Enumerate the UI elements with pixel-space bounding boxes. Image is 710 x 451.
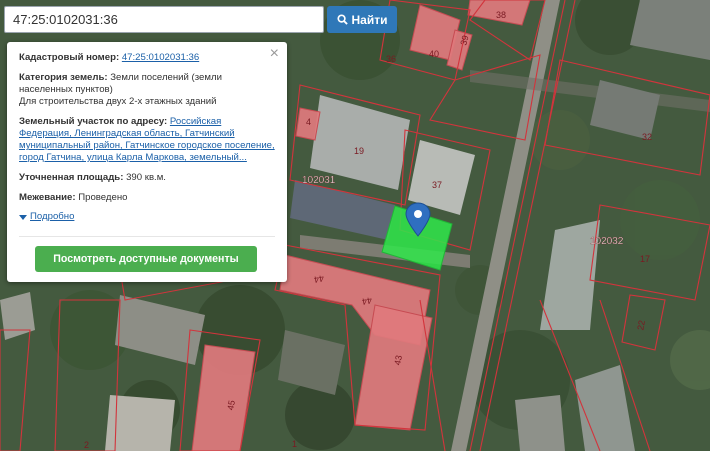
land-purpose-value: Для строительства двух 2-х этажных здани… [19, 96, 217, 107]
cadastral-number-row: Кадастровый номер: 47:25:0102031:36 [19, 52, 275, 64]
cadastral-number-link[interactable]: 47:25:0102031:36 [122, 52, 199, 63]
parcel-label-40: 40 [429, 49, 439, 59]
panel-divider [19, 236, 275, 237]
parcel-label-44a: 44 [313, 273, 325, 285]
parcel-label-1: 1 [292, 439, 297, 449]
search-button[interactable]: Найти [327, 6, 397, 33]
search-icon [336, 14, 348, 25]
cadastral-number-label: Кадастровый номер: [19, 52, 120, 63]
area-row: Уточненная площадь: 390 кв.м. [19, 172, 275, 184]
area-value: 390 кв.м. [126, 172, 166, 183]
details-toggle[interactable]: Подробно [19, 211, 275, 223]
survey-value: Проведено [78, 192, 128, 203]
survey-row: Межевание: Проведено [19, 192, 275, 204]
parcel-label-2: 2 [84, 440, 89, 450]
parcel-label-4: 4 [306, 117, 311, 127]
address-label: Земельный участок по адресу: [19, 116, 168, 127]
parcel-label-43: 43 [392, 354, 404, 366]
land-category-row: Категория земель: Земли поселений (земли… [19, 72, 275, 108]
parcel-label-19: 19 [354, 146, 364, 156]
caret-down-icon [19, 214, 27, 220]
close-icon[interactable]: × [270, 46, 279, 62]
parcel-info-panel: × Кадастровый номер: 47:25:0102031:36 Ка… [7, 42, 287, 282]
address-row: Земельный участок по адресу: Российская … [19, 116, 275, 164]
land-category-label: Категория земель: [19, 72, 108, 83]
parcel-label-22: 22 [635, 319, 647, 331]
parcel-label-36: 36 [386, 54, 396, 64]
parcel-label-17: 17 [640, 254, 650, 264]
parcel-label-45: 45 [225, 399, 237, 411]
parcel-label-37: 37 [432, 180, 442, 190]
area-label: Уточненная площадь: [19, 172, 124, 183]
search-button-label: Найти [351, 12, 388, 27]
parcel-label-32: 32 [642, 132, 652, 142]
parcel-label-102032: 102032 [590, 236, 624, 247]
parcel-label-44b: 44 [361, 295, 373, 307]
search-input[interactable] [4, 6, 324, 33]
parcel-label-38: 38 [496, 10, 506, 20]
details-link[interactable]: Подробно [30, 211, 74, 223]
view-documents-button[interactable]: Посмотреть доступные документы [35, 246, 257, 272]
survey-label: Межевание: [19, 192, 76, 203]
parcel-label-102031: 102031 [302, 175, 336, 186]
